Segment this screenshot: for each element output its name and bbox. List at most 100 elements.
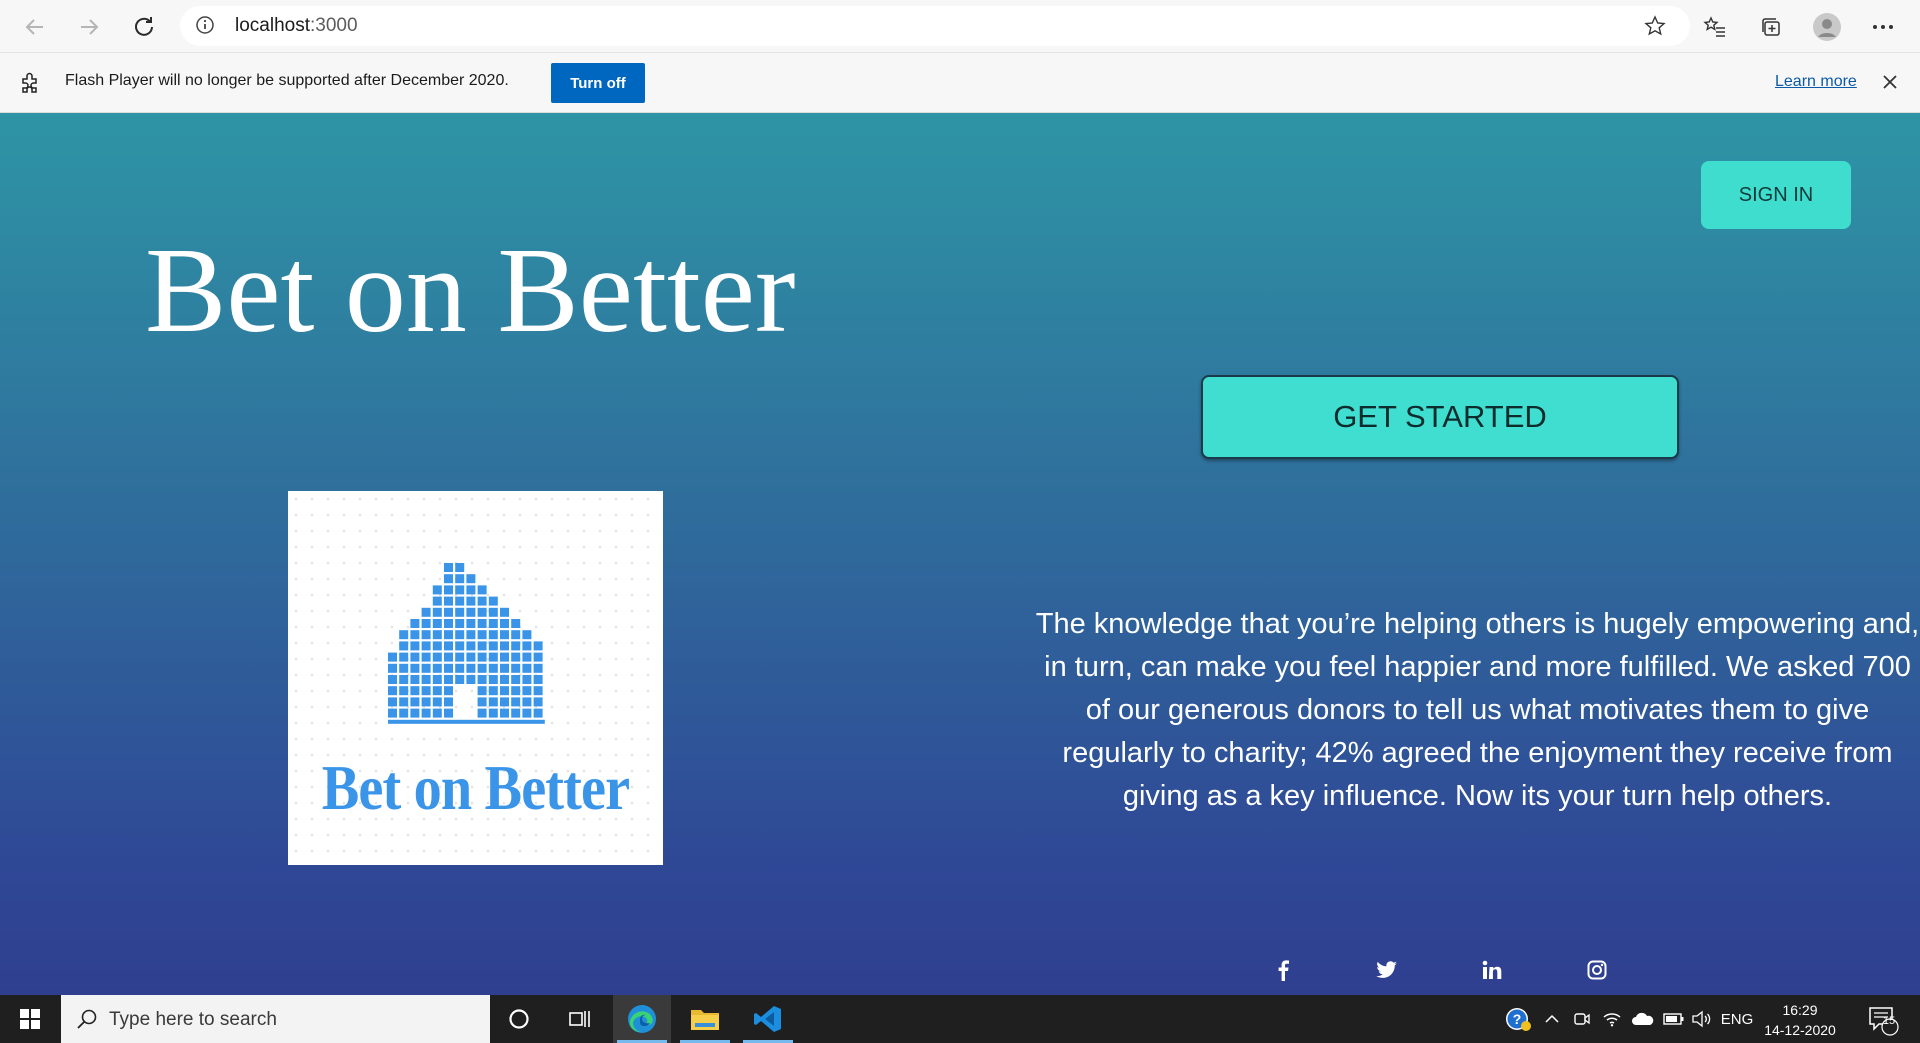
back-button[interactable] (16, 8, 54, 46)
building-block (421, 630, 431, 640)
building-block (533, 652, 543, 662)
building-block (388, 675, 397, 684)
building-block (399, 697, 409, 707)
forward-button[interactable] (70, 8, 108, 46)
show-hidden-icons-chevron-icon[interactable] (1540, 995, 1564, 1043)
building-block (410, 641, 420, 651)
battery-icon[interactable] (1660, 995, 1688, 1043)
profile-button[interactable] (1808, 8, 1846, 46)
language-indicator[interactable]: ENG (1718, 995, 1756, 1043)
back-arrow-icon (25, 19, 43, 35)
profile-avatar-icon (1813, 13, 1841, 41)
system-clock[interactable]: 16:29 14-12-2020 (1760, 1000, 1840, 1040)
building-block (421, 675, 431, 684)
settings-more-button[interactable] (1864, 8, 1902, 46)
meet-now-icon[interactable] (1568, 995, 1596, 1043)
building-block (455, 596, 465, 606)
building-block (444, 585, 453, 595)
building-block (388, 652, 397, 662)
building-block (432, 675, 442, 684)
refresh-button[interactable] (125, 8, 163, 46)
favorites-list-icon (1703, 16, 1725, 37)
instagram-icon[interactable] (1582, 955, 1612, 985)
building-block (533, 675, 543, 684)
clock-date: 14-12-2020 (1764, 1022, 1836, 1038)
collections-button[interactable] (1752, 8, 1790, 46)
search-placeholder: Type here to search (109, 1009, 277, 1030)
clock-time: 16:29 (1782, 1002, 1818, 1018)
vscode-icon (754, 1006, 781, 1032)
building-block (388, 697, 397, 707)
onedrive-icon[interactable] (1628, 995, 1658, 1043)
building-block (455, 630, 465, 640)
building-block (399, 708, 409, 718)
forward-arrow-icon (81, 19, 99, 35)
favorites-button[interactable] (1696, 8, 1734, 46)
building-block (511, 630, 521, 640)
building-block (488, 697, 498, 707)
edge-taskbar-button[interactable] (613, 995, 671, 1043)
building-block (444, 619, 453, 628)
close-icon[interactable] (1878, 70, 1902, 99)
building-block (511, 619, 521, 628)
building-block (466, 619, 476, 628)
building-block (488, 596, 498, 606)
building-block (444, 697, 453, 707)
building-block (444, 641, 453, 651)
facebook-icon[interactable] (1268, 955, 1298, 985)
sign-in-button[interactable]: SIGN IN (1701, 161, 1851, 229)
building-block (455, 585, 465, 595)
cortana-button[interactable] (490, 995, 548, 1043)
start-button[interactable] (0, 995, 60, 1043)
taskbar-search-box[interactable]: Type here to search (61, 995, 490, 1043)
flash-message: Flash Player will no longer be supported… (65, 72, 509, 89)
building-block (444, 607, 453, 617)
flash-infobar: Flash Player will no longer be supported… (0, 53, 1920, 113)
hero-title: Bet on Better (145, 223, 796, 358)
linkedin-icon[interactable] (1477, 955, 1507, 985)
windows-taskbar: Type here to search ? ENG 16:29 14-12-20… (0, 995, 1920, 1043)
twitter-icon[interactable] (1372, 955, 1402, 985)
building-block (488, 619, 498, 628)
url-host: localhost (235, 15, 310, 36)
building-block (477, 708, 487, 718)
volume-icon[interactable] (1688, 995, 1716, 1043)
learn-more-link[interactable]: Learn more (1775, 73, 1857, 91)
building-block (432, 630, 442, 640)
building-block (488, 686, 498, 696)
building-block (421, 663, 431, 673)
file-explorer-button[interactable] (676, 995, 734, 1043)
building-block (533, 686, 543, 696)
search-icon (76, 1008, 98, 1035)
building-block (410, 619, 420, 628)
building-block (410, 675, 420, 684)
site-info-icon[interactable] (195, 15, 215, 40)
building-block (432, 596, 442, 606)
address-bar[interactable]: localhost:3000 (180, 6, 1690, 46)
url-text[interactable]: localhost:3000 (235, 15, 358, 37)
building-block (488, 675, 498, 684)
wifi-icon[interactable] (1598, 995, 1626, 1043)
building-block (533, 708, 543, 718)
building-block (533, 663, 543, 673)
building-block (410, 686, 420, 696)
refresh-icon (135, 17, 153, 36)
building-block (444, 708, 453, 718)
vscode-button[interactable] (739, 995, 797, 1043)
action-center-button[interactable]: 15 (1862, 995, 1902, 1043)
building-block (432, 585, 442, 595)
help-tray-icon[interactable]: ? (1502, 995, 1534, 1043)
building-block (522, 663, 532, 673)
get-started-button[interactable]: GET STARTED (1201, 375, 1679, 459)
building-block (500, 686, 509, 696)
building-block (444, 563, 453, 572)
building-block (500, 697, 509, 707)
building-block (455, 574, 465, 584)
building-block (421, 697, 431, 707)
building-block (522, 675, 532, 684)
add-favorite-star-icon[interactable] (1644, 15, 1666, 42)
task-view-button[interactable] (551, 995, 609, 1043)
building-block (522, 652, 532, 662)
building-block (410, 652, 420, 662)
turn-off-button[interactable]: Turn off (551, 63, 645, 103)
